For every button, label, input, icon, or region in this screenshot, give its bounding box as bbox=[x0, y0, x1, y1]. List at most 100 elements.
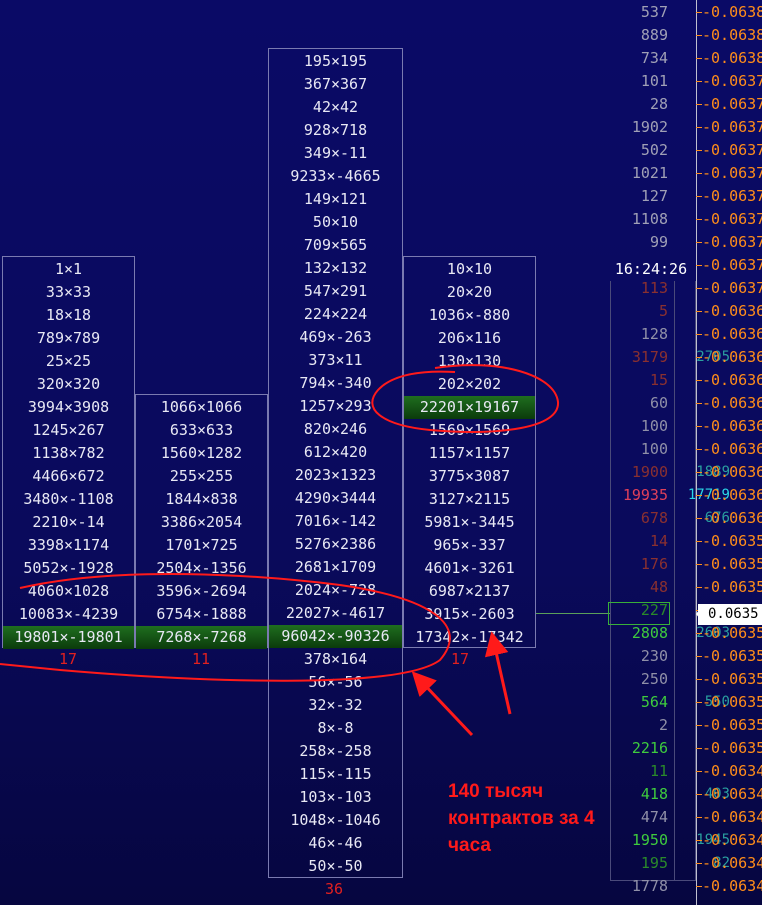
volume-value: 474 bbox=[640, 808, 668, 826]
footprint-cell[interactable]: 3596×-2694 bbox=[136, 580, 267, 603]
footprint-cell[interactable]: 4060×1028 bbox=[3, 580, 134, 603]
footprint-cell[interactable]: 5052×-1928 bbox=[3, 557, 134, 580]
footprint-cell[interactable]: 2023×1323 bbox=[269, 464, 402, 487]
footprint-cell[interactable]: 965×-337 bbox=[404, 534, 535, 557]
footprint-cell[interactable]: 3480×-1108 bbox=[3, 488, 134, 511]
footprint-cell[interactable]: 18×18 bbox=[3, 304, 134, 327]
price-tick-mark bbox=[696, 518, 702, 519]
footprint-cell[interactable]: 820×246 bbox=[269, 418, 402, 441]
footprint-cell[interactable]: 2210×-14 bbox=[3, 511, 134, 534]
footprint-cell[interactable]: 22201×19167 bbox=[404, 396, 535, 419]
footprint-cell[interactable]: 547×291 bbox=[269, 280, 402, 303]
price-tick-mark bbox=[696, 840, 702, 841]
footprint-cell[interactable]: 1569×1569 bbox=[404, 419, 535, 442]
volume-value: 5 bbox=[658, 302, 668, 320]
footprint-column-2[interactable]: 1066×1066 633×633 1560×1282 255×255 1844×838… bbox=[135, 394, 268, 649]
time-label: 16:24:26 bbox=[614, 260, 688, 278]
footprint-cell[interactable]: 17342×-17342 bbox=[404, 626, 535, 649]
footprint-cell[interactable]: 20×20 bbox=[404, 281, 535, 304]
volume-value: 100 bbox=[640, 417, 668, 435]
footprint-cell[interactable]: 7016×-142 bbox=[269, 510, 402, 533]
footprint-cell[interactable]: 19801×-19801 bbox=[3, 626, 134, 649]
footprint-cell[interactable]: 46×-46 bbox=[269, 832, 402, 855]
price-tick-label: -0.0636 bbox=[702, 440, 762, 458]
footprint-cell[interactable]: 2681×1709 bbox=[269, 556, 402, 579]
footprint-cell[interactable]: 1048×-1046 bbox=[269, 809, 402, 832]
footprint-cell[interactable]: 10083×-4239 bbox=[3, 603, 134, 626]
footprint-cell[interactable]: 4466×672 bbox=[3, 465, 134, 488]
footprint-cell[interactable]: 1066×1066 bbox=[136, 396, 267, 419]
footprint-cell[interactable]: 1138×782 bbox=[3, 442, 134, 465]
footprint-column-1[interactable]: 1×1 33×33 18×18 789×789 25×25 320×320 3994×390… bbox=[2, 256, 135, 649]
footprint-cell[interactable]: 6987×2137 bbox=[404, 580, 535, 603]
footprint-cell[interactable]: 4601×-3261 bbox=[404, 557, 535, 580]
price-tick-mark bbox=[696, 794, 702, 795]
footprint-cell[interactable]: 3915×-2603 bbox=[404, 603, 535, 626]
footprint-cell[interactable]: 255×255 bbox=[136, 465, 267, 488]
footprint-cell[interactable]: 794×-340 bbox=[269, 372, 402, 395]
footprint-cell[interactable]: 5276×2386 bbox=[269, 533, 402, 556]
footprint-cell[interactable]: 103×-103 bbox=[269, 786, 402, 809]
footprint-cell[interactable]: 928×718 bbox=[269, 119, 402, 142]
footprint-cell[interactable]: 32×-32 bbox=[269, 694, 402, 717]
footprint-cell[interactable]: 633×633 bbox=[136, 419, 267, 442]
footprint-cell[interactable]: 3398×1174 bbox=[3, 534, 134, 557]
footprint-cell[interactable]: 33×33 bbox=[3, 281, 134, 304]
footprint-cell[interactable]: 349×-11 bbox=[269, 142, 402, 165]
footprint-cell[interactable]: 9233×-4665 bbox=[269, 165, 402, 188]
footprint-cell[interactable]: 4290×3444 bbox=[269, 487, 402, 510]
footprint-cell[interactable]: 3994×3908 bbox=[3, 396, 134, 419]
footprint-cell[interactable]: 1036×-880 bbox=[404, 304, 535, 327]
footprint-cell[interactable]: 3386×2054 bbox=[136, 511, 267, 534]
price-tick-mark bbox=[696, 748, 702, 749]
footprint-cell[interactable]: 149×121 bbox=[269, 188, 402, 211]
price-tick-mark bbox=[696, 472, 702, 473]
footprint-cell[interactable]: 709×565 bbox=[269, 234, 402, 257]
footprint-cell[interactable]: 1560×1282 bbox=[136, 442, 267, 465]
footprint-cell[interactable]: 195×195 bbox=[269, 50, 402, 73]
footprint-cell[interactable]: 469×-263 bbox=[269, 326, 402, 349]
price-tick-label: -0.0637 bbox=[702, 233, 762, 251]
column-trade-count: 11 bbox=[191, 650, 211, 668]
footprint-cell[interactable]: 96042×-90326 bbox=[269, 625, 402, 648]
footprint-cell[interactable]: 115×-115 bbox=[269, 763, 402, 786]
footprint-cell[interactable]: 224×224 bbox=[269, 303, 402, 326]
footprint-cell[interactable]: 202×202 bbox=[404, 373, 535, 396]
footprint-cell[interactable]: 373×11 bbox=[269, 349, 402, 372]
footprint-cell[interactable]: 130×130 bbox=[404, 350, 535, 373]
footprint-column-3[interactable]: 195×195 367×367 42×42 928×718 349×-11 9233×-4… bbox=[268, 48, 403, 878]
footprint-cell[interactable]: 132×132 bbox=[269, 257, 402, 280]
footprint-cell[interactable]: 1×1 bbox=[3, 258, 134, 281]
footprint-cell[interactable]: 789×789 bbox=[3, 327, 134, 350]
footprint-cell[interactable]: 1701×725 bbox=[136, 534, 267, 557]
footprint-cell[interactable]: 7268×-7268 bbox=[136, 626, 267, 649]
footprint-cell[interactable]: 367×367 bbox=[269, 73, 402, 96]
footprint-cell[interactable]: 50×10 bbox=[269, 211, 402, 234]
footprint-cell[interactable]: 5981×-3445 bbox=[404, 511, 535, 534]
footprint-cell[interactable]: 258×-258 bbox=[269, 740, 402, 763]
footprint-cell[interactable]: 1245×267 bbox=[3, 419, 134, 442]
footprint-cell[interactable]: 612×420 bbox=[269, 441, 402, 464]
volume-value: 502 bbox=[640, 141, 668, 159]
footprint-cell[interactable]: 42×42 bbox=[269, 96, 402, 119]
footprint-cell[interactable]: 56×-56 bbox=[269, 671, 402, 694]
footprint-cell[interactable]: 25×25 bbox=[3, 350, 134, 373]
footprint-cell[interactable]: 8×-8 bbox=[269, 717, 402, 740]
footprint-cell[interactable]: 2504×-1356 bbox=[136, 557, 267, 580]
footprint-cell[interactable]: 1844×838 bbox=[136, 488, 267, 511]
annotation-arrow-left bbox=[411, 671, 474, 737]
footprint-cell[interactable]: 206×116 bbox=[404, 327, 535, 350]
footprint-cell[interactable]: 50×-50 bbox=[269, 855, 402, 878]
footprint-cell[interactable]: 320×320 bbox=[3, 373, 134, 396]
footprint-cell[interactable]: 1157×1157 bbox=[404, 442, 535, 465]
volume-value: 734 bbox=[640, 49, 668, 67]
footprint-cell[interactable]: 3775×3087 bbox=[404, 465, 535, 488]
footprint-cell[interactable]: 2024×-728 bbox=[269, 579, 402, 602]
footprint-column-4[interactable]: 10×10 20×20 1036×-880 206×116 130×130 202×202… bbox=[403, 256, 536, 648]
footprint-cell[interactable]: 22027×-4617 bbox=[269, 602, 402, 625]
footprint-cell[interactable]: 1257×293 bbox=[269, 395, 402, 418]
footprint-cell[interactable]: 378×164 bbox=[269, 648, 402, 671]
footprint-cell[interactable]: 6754×-1888 bbox=[136, 603, 267, 626]
footprint-cell[interactable]: 10×10 bbox=[404, 258, 535, 281]
footprint-cell[interactable]: 3127×2115 bbox=[404, 488, 535, 511]
